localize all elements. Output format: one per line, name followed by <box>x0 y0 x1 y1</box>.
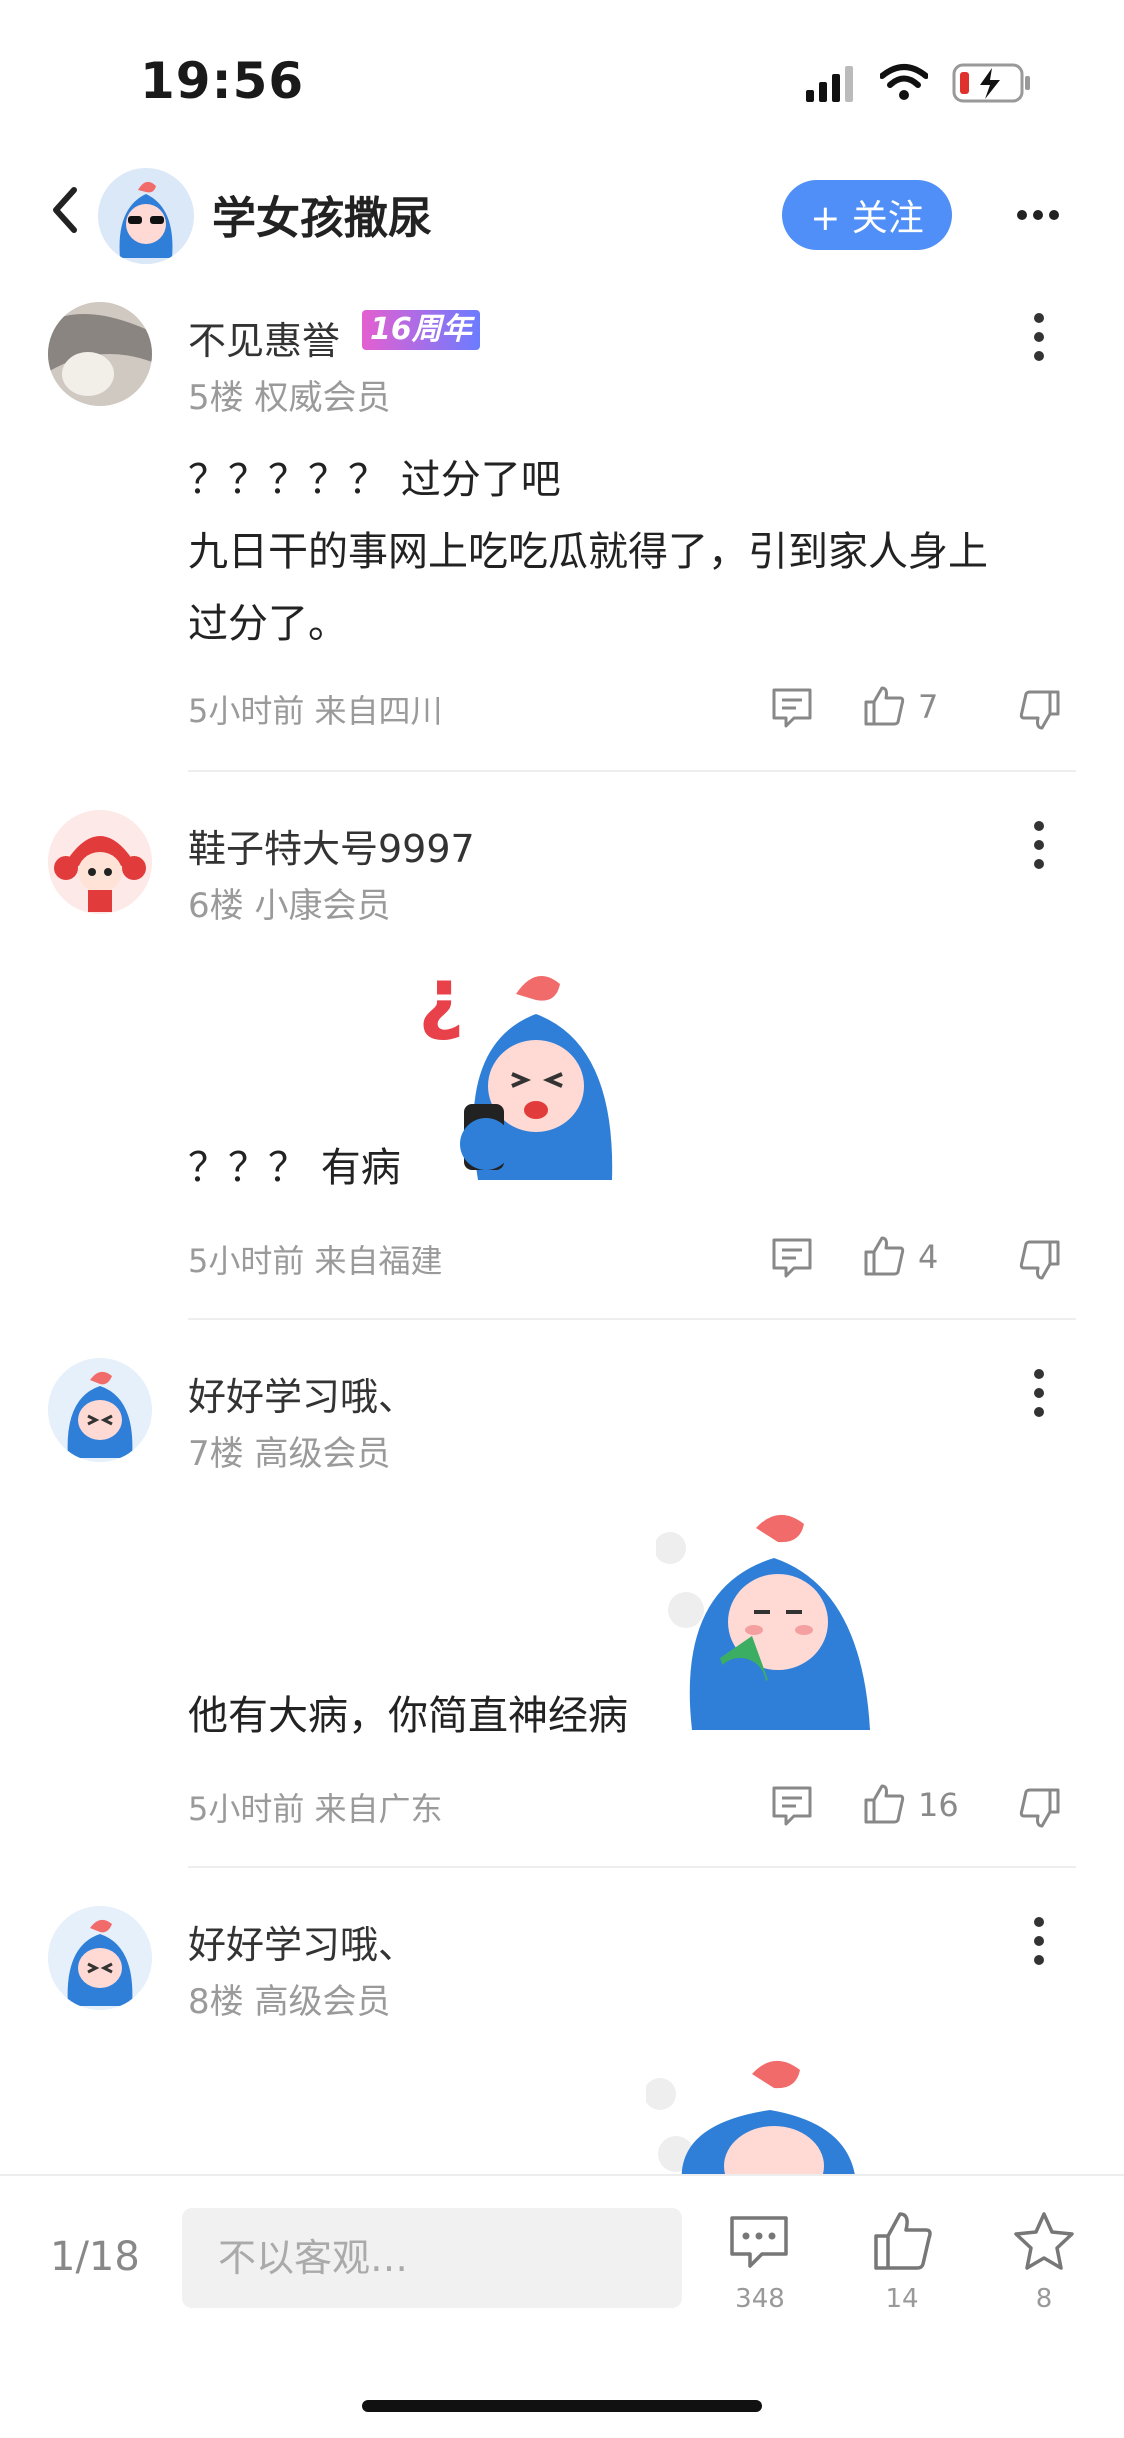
comments-count: 348 <box>735 2284 785 2314</box>
divider <box>188 1866 1076 1868</box>
thumb-down-icon[interactable] <box>1018 688 1062 732</box>
sticker-image: ¿ <box>418 954 613 1180</box>
more-horizontal-icon[interactable] <box>1016 208 1060 222</box>
comments-icon[interactable] <box>728 2214 790 2272</box>
post-text: 他有大病，你简直神经病 <box>188 1693 628 1739</box>
anniversary-badge: 16周年 <box>362 310 480 350</box>
comment-icon[interactable] <box>770 1784 814 1828</box>
follow-button[interactable]: + 关注 <box>782 180 952 250</box>
floor-meta: 7楼 高级会员 <box>188 1434 391 1474</box>
like-count: 4 <box>918 1238 939 1276</box>
svg-text:¿: ¿ <box>418 954 464 1043</box>
user-avatar[interactable] <box>48 1906 152 2010</box>
user-avatar[interactable] <box>48 1358 152 1462</box>
like-count: 7 <box>918 688 939 726</box>
comment-icon[interactable] <box>770 686 814 730</box>
likes-count: 14 <box>885 2284 919 2314</box>
thumb-down-icon[interactable] <box>1018 1238 1062 1282</box>
divider <box>188 770 1076 772</box>
back-arrow-icon[interactable] <box>44 180 84 240</box>
post-text-line: 过分了。 <box>188 601 348 647</box>
battery-icon <box>952 63 1030 103</box>
reply-input[interactable]: 不以客观… <box>182 2208 682 2308</box>
post-footer: 5小时前 来自广东 <box>188 1790 443 1828</box>
star-icon[interactable] <box>1012 2210 1076 2272</box>
home-indicator <box>362 2400 762 2412</box>
more-vertical-icon[interactable] <box>1032 1916 1046 1966</box>
thumb-up-icon[interactable] <box>872 2210 934 2272</box>
username[interactable]: 好好学习哦、 <box>188 1914 416 1969</box>
post-text-line: 九日干的事网上吃吃瓜就得了，引到家人身上 <box>188 529 988 575</box>
thumb-up-icon[interactable] <box>862 1782 906 1826</box>
floor-meta: 5楼 权威会员 <box>188 378 391 418</box>
wifi-icon <box>880 64 928 100</box>
post-text-line: ？？？？？ 过分了吧 <box>188 457 561 503</box>
floor-meta: 6楼 小康会员 <box>188 886 391 926</box>
more-vertical-icon[interactable] <box>1032 1368 1046 1418</box>
post-text: ？？？ 有病 <box>188 1145 401 1191</box>
post-footer: 5小时前 来自四川 <box>188 692 443 730</box>
user-avatar[interactable] <box>48 302 152 406</box>
more-vertical-icon[interactable] <box>1032 312 1046 362</box>
status-time: 19:56 <box>140 52 305 110</box>
favorites-count: 8 <box>1035 2284 1053 2314</box>
username[interactable]: 不见惠誉 <box>188 310 340 365</box>
thumb-down-icon[interactable] <box>1018 1786 1062 1830</box>
comment-icon[interactable] <box>770 1236 814 1280</box>
post-footer: 5小时前 来自福建 <box>188 1242 443 1280</box>
user-avatar[interactable] <box>48 810 152 914</box>
username[interactable]: 好好学习哦、 <box>188 1366 416 1421</box>
thumb-up-icon[interactable] <box>862 684 906 728</box>
like-count: 16 <box>918 1786 959 1824</box>
divider <box>188 1318 1076 1320</box>
sticker-image <box>646 2060 855 2174</box>
forum-avatar[interactable] <box>98 168 194 264</box>
page-indicator[interactable]: 1/18 <box>50 2234 140 2280</box>
thumb-up-icon[interactable] <box>862 1234 906 1278</box>
sticker-image <box>656 1514 870 1730</box>
signal-icon <box>806 66 853 102</box>
post-text: ？？？？？ 过分了吧 九日干的事网上吃吃瓜就得了，引到家人身上 过分了。 <box>188 444 1068 660</box>
more-vertical-icon[interactable] <box>1032 820 1046 870</box>
floor-meta: 8楼 高级会员 <box>188 1982 391 2022</box>
forum-title: 学女孩撒尿 <box>212 193 432 244</box>
username[interactable]: 鞋子特大号9997 <box>188 818 475 873</box>
